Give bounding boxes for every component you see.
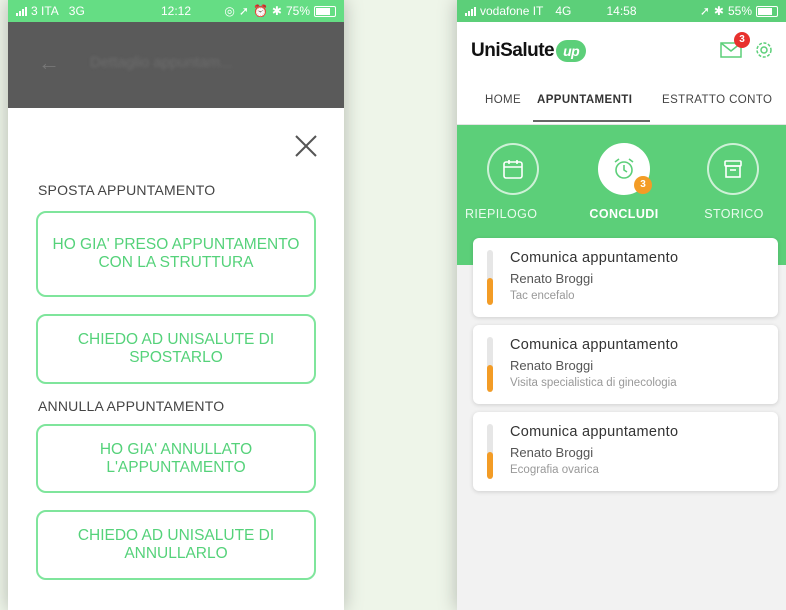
card-title: Comunica appuntamento (510, 337, 679, 353)
ask-reschedule-button[interactable]: CHIEDO AD UNISALUTE DI SPOSTARLO (36, 314, 316, 384)
appointment-card[interactable]: Comunica appuntamento Renato Broggi Ecog… (473, 412, 778, 491)
logo-badge: up (556, 39, 587, 62)
status-bar: vodafone IT 4G 14:58 ➚ ✱ 55% (457, 0, 786, 22)
clock: 14:58 (606, 4, 637, 18)
section-title-sposta: SPOSTA APPUNTAMENTO (38, 182, 216, 198)
progress-bar (487, 424, 493, 479)
appointment-card[interactable]: Comunica appuntamento Renato Broggi Visi… (473, 325, 778, 404)
archive-box-icon (724, 160, 742, 178)
patient-name: Renato Broggi (510, 271, 594, 286)
progress-bar (487, 250, 493, 305)
patient-name: Renato Broggi (510, 445, 594, 460)
calendar-icon (503, 160, 523, 179)
page-title: Dettaglio appuntam... (90, 54, 233, 71)
riepilogo-button[interactable] (487, 143, 539, 195)
concludi-count-badge: 3 (634, 176, 652, 194)
back-arrow-icon: ← (38, 50, 60, 75)
tab-home[interactable]: HOME (485, 94, 521, 106)
patient-name: Renato Broggi (510, 358, 594, 373)
app-header: UniSalute up 3 (457, 22, 786, 80)
active-tab-indicator (533, 120, 650, 122)
ask-cancel-button[interactable]: CHIEDO AD UNISALUTE DI ANNULLARLO (36, 510, 316, 580)
progress-fill (487, 277, 493, 305)
progress-fill (487, 364, 493, 392)
battery-icon (314, 5, 336, 17)
storico-label: STORICO (704, 207, 764, 221)
dimmed-header: ← Dettaglio appuntam... (8, 22, 344, 108)
progress-bar (487, 337, 493, 392)
tab-estratto-conto[interactable]: ESTRATTO CONTO (662, 94, 772, 106)
progress-fill (487, 451, 493, 479)
close-icon[interactable] (290, 130, 322, 162)
phone-left: 3 ITA 3G 12:12 ◎ ➚ ⏰ ✱ 75% ← Dettaglio a… (8, 0, 344, 610)
exam-description: Ecografia ovarica (510, 464, 599, 476)
storico-button[interactable] (707, 143, 759, 195)
section-title-annulla: ANNULLA APPUNTAMENTO (38, 398, 225, 414)
tab-bar: HOME APPUNTAMENTI ESTRATTO CONTO (457, 80, 786, 125)
logo-text: UniSalute (471, 40, 555, 61)
tab-appuntamenti[interactable]: APPUNTAMENTI (537, 94, 632, 106)
status-bar: 3 ITA 3G 12:12 ◎ ➚ ⏰ ✱ 75% (8, 0, 344, 22)
riepilogo-label: RIEPILOGO (465, 207, 538, 221)
concludi-label: CONCLUDI (589, 207, 659, 221)
phone-right: vodafone IT 4G 14:58 ➚ ✱ 55% UniSalute up… (457, 0, 786, 610)
clock: 12:12 (160, 4, 192, 18)
already-cancelled-button[interactable]: HO GIA' ANNULLATO L'APPUNTAMENTO (36, 424, 316, 493)
mail-badge: 3 (734, 32, 750, 48)
already-booked-button[interactable]: HO GIA' PRESO APPUNTAMENTO CON LA STRUTT… (36, 211, 316, 297)
card-title: Comunica appuntamento (510, 250, 679, 266)
card-title: Comunica appuntamento (510, 424, 679, 440)
alarm-clock-icon (614, 158, 634, 179)
gear-icon[interactable] (754, 40, 774, 60)
battery-icon (756, 5, 778, 17)
appointment-card[interactable]: Comunica appuntamento Renato Broggi Tac … (473, 238, 778, 317)
exam-description: Visita specialistica di ginecologia (510, 377, 677, 389)
app-logo[interactable]: UniSalute up (471, 39, 587, 62)
exam-description: Tac encefalo (510, 290, 575, 302)
